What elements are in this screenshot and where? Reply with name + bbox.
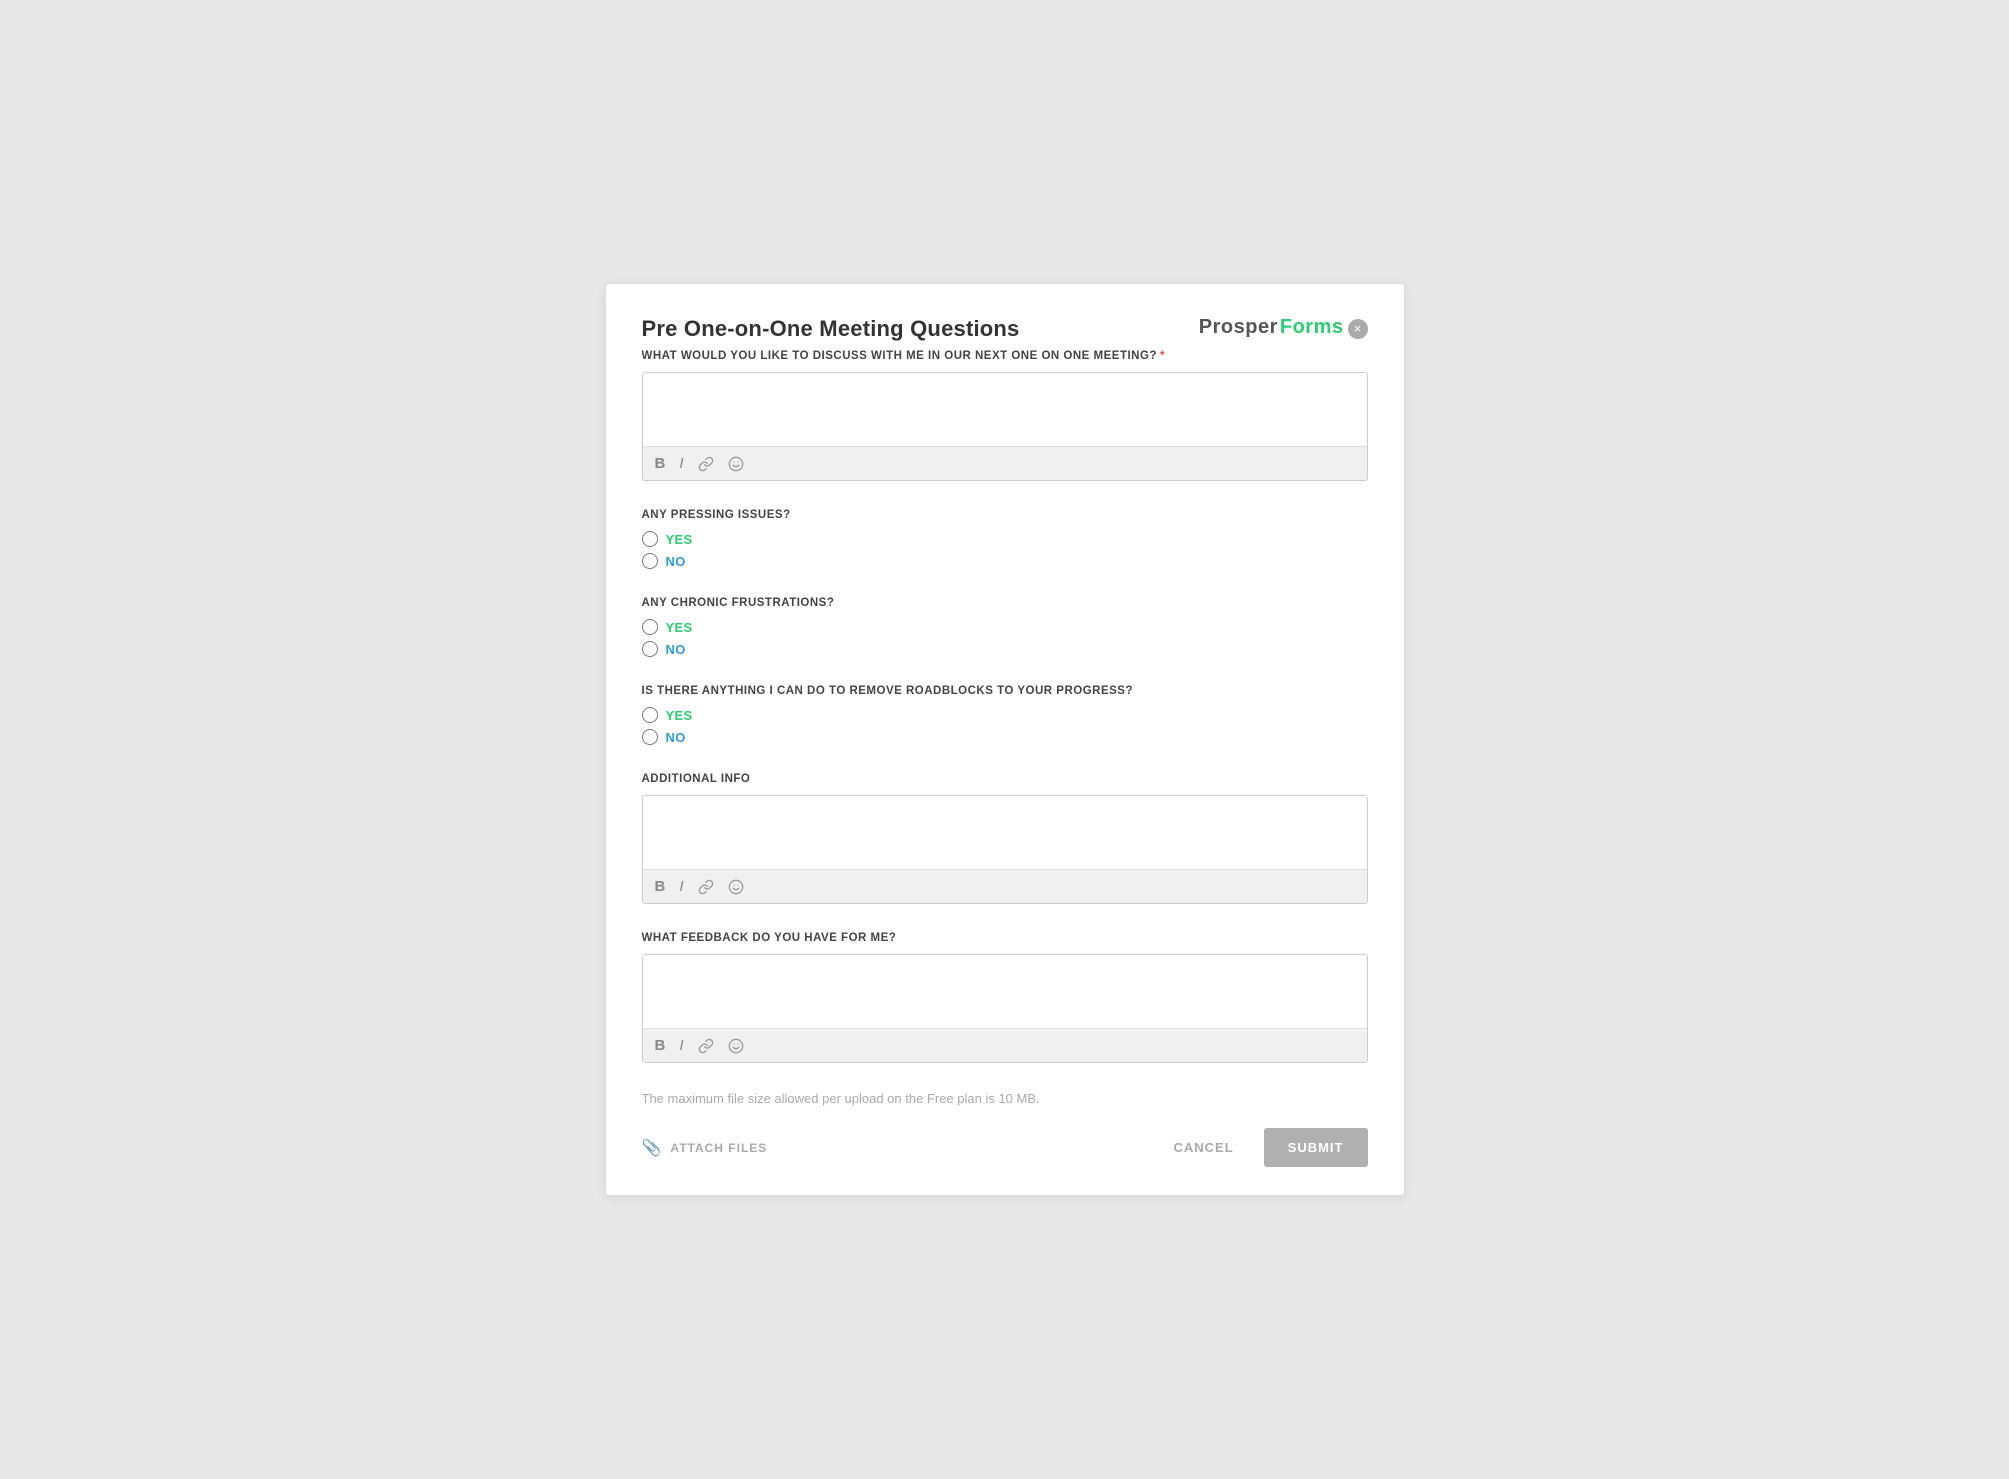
form-title: Pre One-on-One Meeting Questions xyxy=(642,316,1020,342)
additional-info-emoji-button[interactable] xyxy=(728,879,744,895)
chronic-frustrations-no-label: NO xyxy=(666,642,686,657)
pressing-issues-yes-label: YES xyxy=(666,532,693,547)
pressing-issues-label: ANY PRESSING ISSUES? xyxy=(642,509,1368,521)
roadblocks-yes-radio[interactable] xyxy=(642,707,658,723)
close-button[interactable]: × xyxy=(1348,319,1368,339)
attach-files-button[interactable]: 📎 ATTACH FILES xyxy=(642,1138,768,1158)
feedback-italic-button[interactable]: I xyxy=(679,1037,683,1054)
attach-files-label: ATTACH FILES xyxy=(670,1141,767,1155)
cancel-button[interactable]: CANCEL xyxy=(1157,1130,1249,1165)
feedback-toolbar: B I xyxy=(643,1028,1367,1062)
discuss-toolbar: B I xyxy=(643,446,1367,480)
submit-button[interactable]: SUBMIT xyxy=(1264,1128,1368,1167)
roadblocks-label: IS THERE ANYTHING I CAN DO TO REMOVE ROA… xyxy=(642,685,1368,697)
section-feedback: WHAT FEEDBACK DO YOU HAVE FOR ME? B I xyxy=(642,932,1368,1063)
feedback-emoji-button[interactable] xyxy=(728,1038,744,1054)
chronic-frustrations-no-radio[interactable] xyxy=(642,641,658,657)
feedback-link-button[interactable] xyxy=(698,1038,714,1054)
pressing-issues-radio-group: YES NO xyxy=(642,531,1368,569)
pressing-issues-no-label: NO xyxy=(666,554,686,569)
bottom-bar: 📎 ATTACH FILES CANCEL SUBMIT xyxy=(642,1124,1368,1167)
section-roadblocks: IS THERE ANYTHING I CAN DO TO REMOVE ROA… xyxy=(642,685,1368,745)
brand-logo: Prosper Forms xyxy=(1199,316,1344,339)
roadblocks-no-option[interactable]: NO xyxy=(642,729,1368,745)
chronic-frustrations-yes-option[interactable]: YES xyxy=(642,619,1368,635)
brand-close-wrapper: Prosper Forms × xyxy=(1199,316,1368,339)
additional-info-label: ADDITIONAL INFO xyxy=(642,773,1368,785)
additional-info-toolbar: B I xyxy=(643,869,1367,903)
pressing-issues-no-radio[interactable] xyxy=(642,553,658,569)
brand-prosper: Prosper xyxy=(1199,316,1278,339)
section-chronic-frustrations: ANY CHRONIC FRUSTRATIONS? YES NO xyxy=(642,597,1368,657)
modal-header: Pre One-on-One Meeting Questions Prosper… xyxy=(642,316,1368,342)
roadblocks-no-radio[interactable] xyxy=(642,729,658,745)
roadblocks-yes-label: YES xyxy=(666,708,693,723)
section-discuss-label: WHAT WOULD YOU LIKE TO DISCUSS WITH ME I… xyxy=(642,350,1368,362)
brand-forms: Forms xyxy=(1280,316,1344,339)
chronic-frustrations-no-option[interactable]: NO xyxy=(642,641,1368,657)
discuss-link-button[interactable] xyxy=(698,456,714,472)
additional-info-bold-button[interactable]: B xyxy=(655,878,666,895)
section-discuss: WHAT WOULD YOU LIKE TO DISCUSS WITH ME I… xyxy=(642,350,1368,481)
paperclip-icon: 📎 xyxy=(642,1138,663,1158)
pressing-issues-no-option[interactable]: NO xyxy=(642,553,1368,569)
action-buttons: CANCEL SUBMIT xyxy=(1157,1128,1367,1167)
additional-info-input[interactable] xyxy=(643,796,1367,864)
roadblocks-yes-option[interactable]: YES xyxy=(642,707,1368,723)
feedback-rich-text-area: B I xyxy=(642,954,1368,1063)
discuss-emoji-button[interactable] xyxy=(728,456,744,472)
required-indicator: * xyxy=(1160,350,1165,362)
chronic-frustrations-radio-group: YES NO xyxy=(642,619,1368,657)
pressing-issues-yes-radio[interactable] xyxy=(642,531,658,547)
pressing-issues-yes-option[interactable]: YES xyxy=(642,531,1368,547)
discuss-italic-button[interactable]: I xyxy=(679,455,683,472)
roadblocks-radio-group: YES NO xyxy=(642,707,1368,745)
file-size-note: The maximum file size allowed per upload… xyxy=(642,1091,1368,1106)
feedback-bold-button[interactable]: B xyxy=(655,1037,666,1054)
roadblocks-no-label: NO xyxy=(666,730,686,745)
chronic-frustrations-yes-radio[interactable] xyxy=(642,619,658,635)
section-pressing-issues: ANY PRESSING ISSUES? YES NO xyxy=(642,509,1368,569)
additional-info-rich-text-area: B I xyxy=(642,795,1368,904)
additional-info-link-button[interactable] xyxy=(698,879,714,895)
discuss-input[interactable] xyxy=(643,373,1367,441)
section-additional-info: ADDITIONAL INFO B I xyxy=(642,773,1368,904)
feedback-input[interactable] xyxy=(643,955,1367,1023)
additional-info-italic-button[interactable]: I xyxy=(679,878,683,895)
feedback-label: WHAT FEEDBACK DO YOU HAVE FOR ME? xyxy=(642,932,1368,944)
form-modal: Pre One-on-One Meeting Questions Prosper… xyxy=(605,283,1405,1196)
discuss-bold-button[interactable]: B xyxy=(655,455,666,472)
discuss-rich-text-area: B I xyxy=(642,372,1368,481)
chronic-frustrations-yes-label: YES xyxy=(666,620,693,635)
chronic-frustrations-label: ANY CHRONIC FRUSTRATIONS? xyxy=(642,597,1368,609)
